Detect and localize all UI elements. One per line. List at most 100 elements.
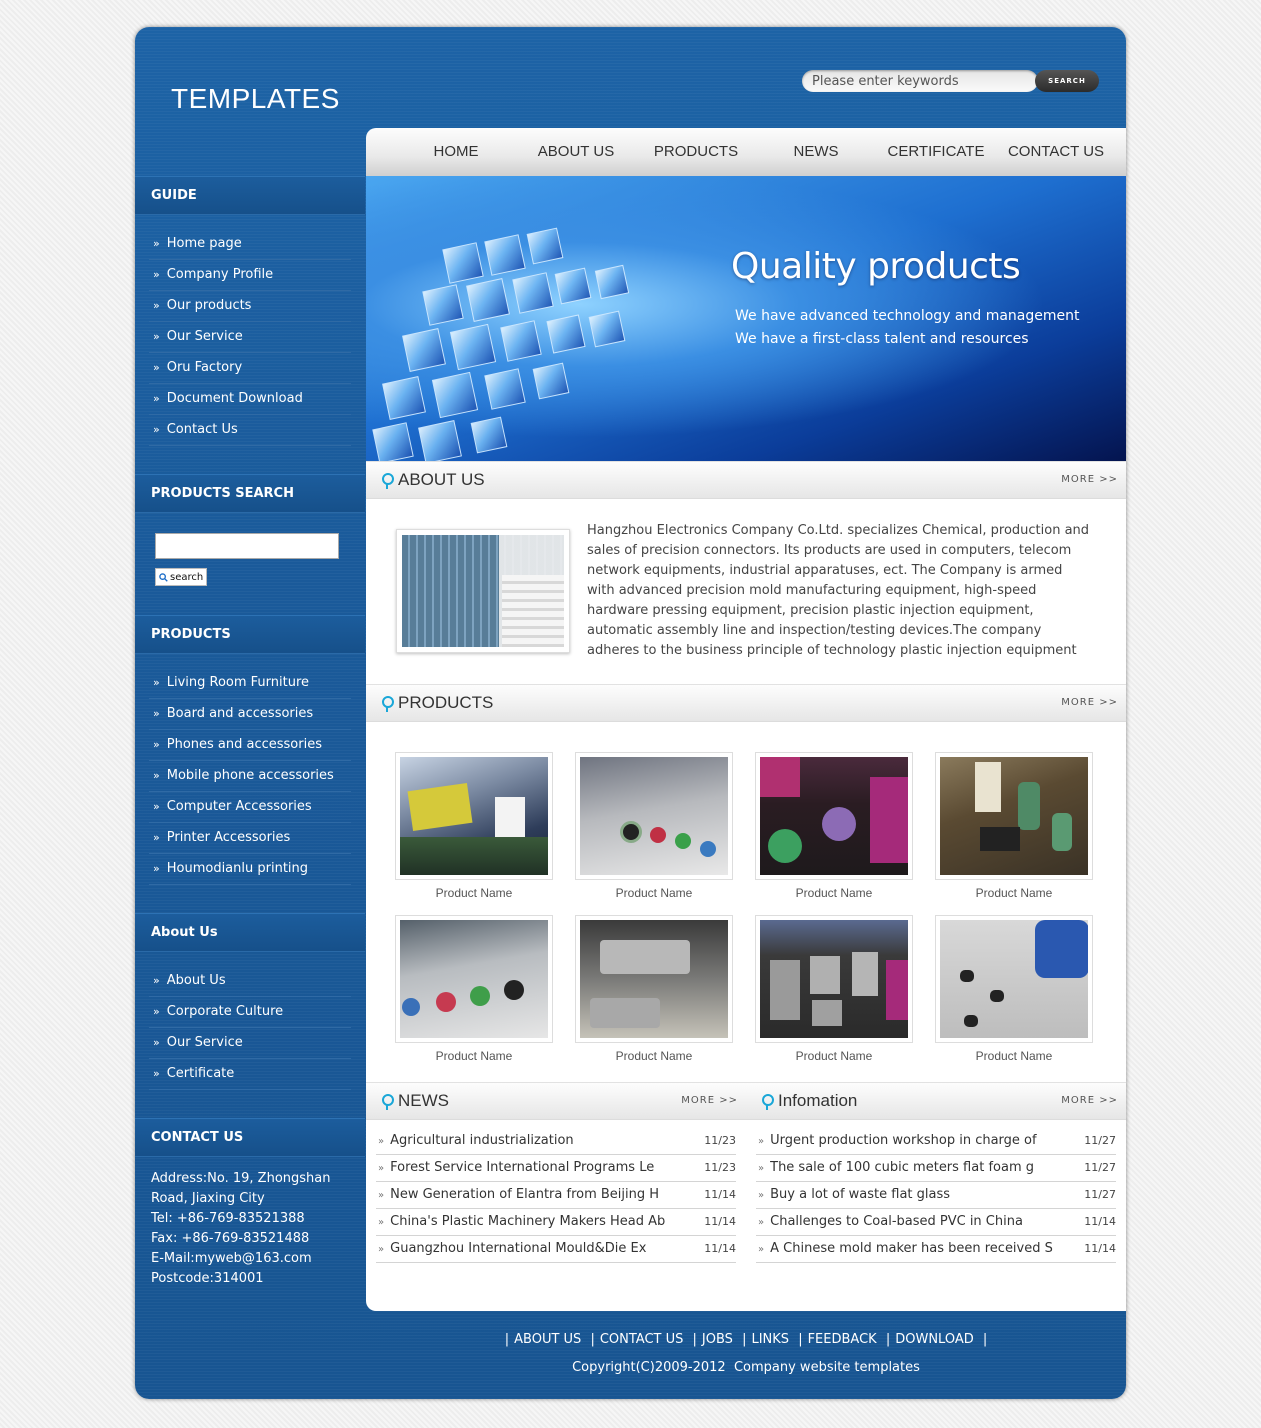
nav-home[interactable]: HOME [396, 128, 516, 176]
products-heading: PRODUCTS [135, 615, 365, 654]
info-more-link[interactable]: MORE >> [1061, 1083, 1118, 1119]
product-image [400, 757, 548, 875]
news-item[interactable]: » New Generation of Elantra from Beijing … [376, 1182, 736, 1209]
about-item-about-us[interactable]: » About Us [149, 966, 351, 997]
news-item[interactable]: » China's Plastic Machinery Makers Head A… [376, 1209, 736, 1236]
about-item-certificate[interactable]: » Certificate [149, 1059, 351, 1090]
double-chevron-icon: » [153, 268, 160, 281]
category-computer-accessories[interactable]: » Computer Accessories [149, 792, 351, 823]
magnifier-icon [159, 572, 168, 582]
product-image [580, 920, 728, 1038]
news-section-header: NEWS MORE >> [366, 1082, 746, 1120]
double-chevron-icon: » [153, 392, 160, 405]
footer-link-feedback[interactable]: FEEDBACK [808, 1332, 877, 1347]
double-chevron-icon: » [153, 862, 160, 875]
category-houmodianlu-printing[interactable]: » Houmodianlu printing [149, 854, 351, 885]
category-board-accessories[interactable]: » Board and accessories [149, 699, 351, 730]
double-chevron-icon: » [758, 1190, 765, 1201]
info-item[interactable]: » Urgent production workshop in charge of… [756, 1128, 1116, 1155]
guide-item-our-service[interactable]: » Our Service [149, 322, 351, 353]
banner-title: Quality products [731, 246, 1021, 287]
category-living-room-furniture[interactable]: » Living Room Furniture [149, 668, 351, 699]
about-item-corporate-culture[interactable]: » Corporate Culture [149, 997, 351, 1028]
product-image [940, 920, 1088, 1038]
products-more-link[interactable]: MORE >> [1061, 685, 1118, 721]
product-image [400, 920, 548, 1038]
product-card[interactable]: Product Name [935, 752, 1093, 900]
footer-link-links[interactable]: LINKS [751, 1332, 789, 1347]
news-more-link[interactable]: MORE >> [681, 1083, 738, 1119]
info-list: » Urgent production workshop in charge of… [746, 1120, 1126, 1263]
footer-link-about-us[interactable]: ABOUT US [514, 1332, 581, 1347]
about-item-our-service[interactable]: » Our Service [149, 1028, 351, 1059]
news-item[interactable]: » Agricultural industrialization 11/23 [376, 1128, 736, 1155]
product-card[interactable]: Product Name [755, 752, 913, 900]
info-item[interactable]: » The sale of 100 cubic meters flat foam … [756, 1155, 1116, 1182]
guide-list: » Home page » Company Profile » Our product… [135, 215, 365, 446]
about-text: Hangzhou Electronics Company Co.Ltd. spe… [587, 523, 1090, 658]
keyword-search-button[interactable]: Search [1035, 70, 1099, 92]
products-section-title: PRODUCTS [398, 693, 494, 712]
info-section-header: Infomation MORE >> [746, 1082, 1126, 1120]
product-card[interactable]: Product Name [575, 915, 733, 1063]
double-chevron-icon: » [153, 330, 160, 343]
about-more-link[interactable]: MORE >> [1061, 462, 1118, 498]
pin-icon [382, 1094, 394, 1110]
product-card[interactable]: Product Name [575, 752, 733, 900]
about-section-body: Hangzhou Electronics Company Co.Ltd. spe… [366, 499, 1126, 684]
footer-links: | ABOUT US | CONTACT US | JOBS | LINKS | FEED… [504, 1332, 988, 1347]
product-image [940, 757, 1088, 875]
guide-item-contact-us[interactable]: » Contact Us [149, 415, 351, 446]
guide-item-document-download[interactable]: » Document Download [149, 384, 351, 415]
contact-info: Address:No. 19, Zhongshan Road, Jiaxing … [135, 1157, 365, 1289]
pin-icon [382, 696, 394, 712]
pin-icon [382, 473, 394, 489]
nav-certificate[interactable]: CERTIFICATE [876, 128, 996, 176]
guide-item-home-page[interactable]: » Home page [149, 229, 351, 260]
category-mobile-phone-accessories[interactable]: » Mobile phone accessories [149, 761, 351, 792]
double-chevron-icon: » [378, 1190, 385, 1201]
double-chevron-icon: » [758, 1163, 765, 1174]
category-phones-accessories[interactable]: » Phones and accessories [149, 730, 351, 761]
keyword-search-input[interactable] [802, 70, 1038, 92]
news-item[interactable]: » Forest Service International Programs L… [376, 1155, 736, 1182]
contact-email: E-Mail:myweb@163.com [151, 1251, 312, 1266]
about-heading: About Us [135, 913, 365, 952]
contact-address-line1: Address:No. 19, Zhongshan [151, 1171, 331, 1186]
guide-item-company-profile[interactable]: » Company Profile [149, 260, 351, 291]
double-chevron-icon: » [153, 1036, 160, 1049]
product-image [580, 757, 728, 875]
about-list: » About Us » Corporate Culture » Our Servic… [135, 952, 365, 1090]
info-item[interactable]: » A Chinese mold maker has been received … [756, 1236, 1116, 1263]
footer-link-contact-us[interactable]: CONTACT US [600, 1332, 684, 1347]
footer-link-jobs[interactable]: JOBS [702, 1332, 733, 1347]
products-search-input[interactable] [155, 533, 339, 559]
double-chevron-icon: » [153, 738, 160, 751]
nav-news[interactable]: NEWS [756, 128, 876, 176]
product-image [760, 920, 908, 1038]
product-grid: Product Name Product Name Product Name P… [366, 722, 1126, 1082]
pin-icon [762, 1094, 774, 1110]
product-card[interactable]: Product Name [935, 915, 1093, 1063]
product-card[interactable]: Product Name [395, 915, 553, 1063]
info-item[interactable]: » Buy a lot of waste flat glass 11/27 [756, 1182, 1116, 1209]
products-search-button[interactable]: search [155, 568, 208, 586]
news-item[interactable]: » Guangzhou International Mould&Die Ex 11/… [376, 1236, 736, 1263]
double-chevron-icon: » [153, 1067, 160, 1080]
sidebar: GUIDE » Home page » Company Profile » Our p… [135, 176, 365, 1289]
nav-about-us[interactable]: ABOUT US [516, 128, 636, 176]
site-logo[interactable]: TEMPLATES [171, 83, 340, 115]
guide-item-our-products[interactable]: » Our products [149, 291, 351, 322]
info-item[interactable]: » Challenges to Coal-based PVC in China 11… [756, 1209, 1116, 1236]
category-printer-accessories[interactable]: » Printer Accessories [149, 823, 351, 854]
product-card[interactable]: Product Name [395, 752, 553, 900]
product-card[interactable]: Product Name [755, 915, 913, 1063]
double-chevron-icon: » [378, 1217, 385, 1228]
double-chevron-icon: » [378, 1136, 385, 1147]
contact-fax: Fax: +86-769-83521488 [151, 1231, 310, 1246]
nav-products[interactable]: PRODUCTS [636, 128, 756, 176]
footer-link-download[interactable]: DOWNLOAD [895, 1332, 974, 1347]
nav-contact-us[interactable]: CONTACT US [996, 128, 1116, 176]
guide-item-factory[interactable]: » Oru Factory [149, 353, 351, 384]
double-chevron-icon: » [758, 1244, 765, 1255]
